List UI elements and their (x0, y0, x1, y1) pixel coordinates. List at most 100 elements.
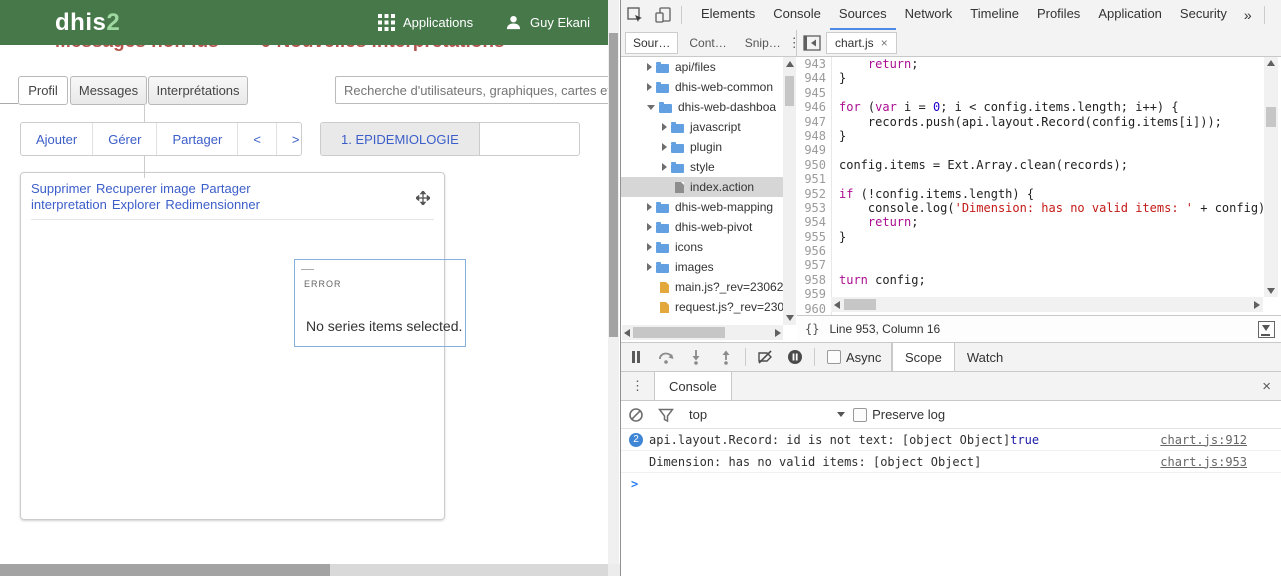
line-number[interactable]: 951 (797, 172, 832, 186)
scroll-left-arrow[interactable] (834, 301, 840, 309)
tree-item-dhis-web-pivot[interactable]: dhis-web-pivot (621, 217, 783, 237)
dhis2-logo[interactable]: dhis2 (55, 9, 120, 37)
tree-item-style[interactable]: style (621, 157, 783, 177)
code-line[interactable]: 944} (797, 71, 1281, 85)
inspect-element-icon[interactable] (627, 7, 643, 23)
drawer-menu-icon[interactable]: ⋮ (621, 378, 654, 394)
line-number[interactable]: 954 (797, 215, 832, 229)
console-tab[interactable]: Console (654, 372, 732, 400)
pretty-print-icon[interactable]: {} (805, 322, 819, 336)
devtools-tab-console[interactable]: Console (764, 0, 830, 30)
line-number[interactable]: 953 (797, 201, 832, 215)
toggle-drawer-icon[interactable] (1258, 321, 1275, 338)
line-number[interactable]: 957 (797, 258, 832, 272)
disclosure-collapsed-icon[interactable] (662, 143, 667, 151)
navigator-horizontal-scrollbar[interactable] (622, 325, 783, 340)
profile-tab-messages[interactable]: Messages (70, 76, 147, 105)
clear-console-icon[interactable] (628, 407, 644, 423)
code-line[interactable]: 958turn config; (797, 273, 1281, 287)
disclosure-collapsed-icon[interactable] (662, 163, 667, 171)
tree-item-icons[interactable]: icons (621, 237, 783, 257)
code-line[interactable]: 950config.items = Ext.Array.clean(record… (797, 158, 1281, 172)
step-into-icon[interactable] (688, 349, 704, 365)
pause-script-icon[interactable] (628, 349, 644, 365)
code-line[interactable]: 943 return; (797, 57, 1281, 71)
disclosure-collapsed-icon[interactable] (647, 243, 652, 251)
scroll-up-arrow[interactable] (1267, 60, 1275, 66)
scroll-down-arrow[interactable] (1267, 288, 1275, 294)
widget-link[interactable]: interpretation (31, 197, 107, 212)
scroll-right-arrow[interactable] (775, 329, 781, 337)
search-input[interactable] (335, 76, 617, 104)
hide-navigator-icon[interactable] (803, 35, 821, 51)
preserve-log-checkbox[interactable] (853, 408, 867, 422)
line-number[interactable]: 946 (797, 100, 832, 114)
line-number[interactable]: 943 (797, 57, 832, 71)
line-number[interactable]: 958 (797, 273, 832, 287)
devtools-tab-sources[interactable]: Sources (830, 0, 896, 30)
widget-link[interactable]: Recuperer image (96, 181, 196, 196)
async-checkbox[interactable] (827, 350, 841, 364)
execution-context-selector[interactable]: top (689, 407, 707, 422)
tree-item-api-files[interactable]: api/files (621, 57, 783, 77)
side-tab-watch[interactable]: Watch (955, 343, 1015, 371)
scrollbar-thumb[interactable] (633, 327, 725, 338)
step-out-icon[interactable] (718, 349, 734, 365)
disclosure-collapsed-icon[interactable] (662, 123, 667, 131)
devtools-tab-elements[interactable]: Elements (692, 0, 764, 30)
navigator-tab[interactable]: Snip… (738, 33, 788, 53)
dashboard-tab-epidemiologie[interactable]: 1. EPIDEMIOLOGIE (321, 123, 480, 155)
navigator-tab[interactable]: Sour… (625, 32, 678, 54)
widget-link[interactable]: Partager (201, 181, 251, 196)
editor-vertical-scrollbar[interactable] (1264, 57, 1278, 297)
tree-item-javascript[interactable]: javascript (621, 117, 783, 137)
line-number[interactable]: 956 (797, 244, 832, 258)
line-number[interactable]: 955 (797, 230, 832, 244)
scrollbar-thumb[interactable] (844, 299, 876, 310)
line-number[interactable]: 944 (797, 71, 832, 85)
disclosure-collapsed-icon[interactable] (647, 63, 652, 71)
tree-item-dhis-web-common[interactable]: dhis-web-common (621, 77, 783, 97)
move-icon[interactable] (416, 191, 430, 205)
scrollbar-thumb[interactable] (1266, 107, 1276, 127)
file-tab-chartjs[interactable]: chart.js × (826, 32, 897, 54)
code-line[interactable]: 952if (!config.items.length) { (797, 187, 1281, 201)
line-number[interactable]: 947 (797, 115, 832, 129)
disclosure-collapsed-icon[interactable] (647, 263, 652, 271)
widget-link[interactable]: Redimensionner (165, 197, 260, 212)
deactivate-breakpoints-icon[interactable] (757, 349, 773, 365)
code-line[interactable]: 948} (797, 129, 1281, 143)
disclosure-collapsed-icon[interactable] (647, 223, 652, 231)
devtools-tab-timeline[interactable]: Timeline (961, 0, 1028, 30)
devtools-tab-profiles[interactable]: Profiles (1028, 0, 1089, 30)
tree-item-plugin[interactable]: plugin (621, 137, 783, 157)
drawer-close-icon[interactable]: × (1252, 378, 1281, 395)
pause-on-exceptions-icon[interactable] (787, 349, 803, 365)
line-number[interactable]: 950 (797, 158, 832, 172)
scrollbar-thumb[interactable] (0, 564, 330, 576)
code-line[interactable]: 945 (797, 86, 1281, 100)
toolbar-button-ajouter[interactable]: Ajouter (21, 123, 93, 155)
code-line[interactable]: 954 return; (797, 215, 1281, 229)
more-tabs-icon[interactable]: » (1236, 7, 1260, 23)
device-toolbar-icon[interactable] (655, 7, 671, 23)
file-tab-close-icon[interactable]: × (881, 36, 888, 50)
filter-icon[interactable] (658, 407, 674, 423)
devtools-tab-network[interactable]: Network (896, 0, 962, 30)
tree-item-dhis-web-mapping[interactable]: dhis-web-mapping (621, 197, 783, 217)
code-editor[interactable]: 943 return;944}945946for (var i = 0; i <… (797, 57, 1281, 315)
source-location-link[interactable]: chart.js:953 (1140, 455, 1247, 469)
step-over-icon[interactable] (658, 349, 674, 365)
toolbar-button-[interactable]: > (277, 123, 302, 155)
toolbar-button-grer[interactable]: Gérer (93, 123, 157, 155)
disclosure-collapsed-icon[interactable] (647, 203, 652, 211)
profile-tab-profil[interactable]: Profil (18, 76, 68, 105)
navigator-tab[interactable]: Cont… (682, 33, 733, 53)
source-location-link[interactable]: chart.js:912 (1140, 433, 1247, 447)
devtools-tab-security[interactable]: Security (1171, 0, 1236, 30)
editor-horizontal-scrollbar[interactable] (831, 297, 1263, 312)
tree-item-request-js-rev-230[interactable]: request.js?_rev=230 (621, 297, 783, 317)
user-menu[interactable]: Guy Ekani (505, 0, 590, 45)
scroll-down-arrow[interactable] (786, 315, 794, 321)
scroll-right-arrow[interactable] (1254, 301, 1260, 309)
